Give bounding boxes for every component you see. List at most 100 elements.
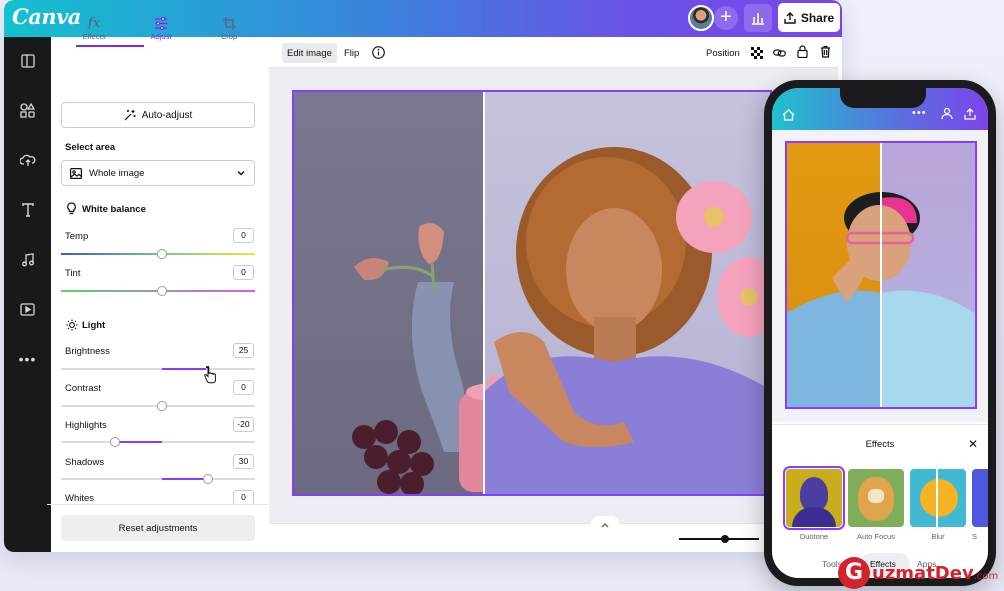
phone-mockup: ••• Effects ✕ Duotone Auto Focus Blur S …	[764, 80, 996, 586]
effect-more[interactable]	[972, 469, 988, 527]
shadows-fill	[162, 478, 208, 480]
avatar[interactable]	[688, 5, 714, 31]
close-icon[interactable]: ✕	[968, 437, 978, 451]
tab-effects[interactable]: fx Effects	[64, 14, 124, 42]
audio-icon[interactable]	[4, 248, 51, 272]
phone-split-divider[interactable]	[880, 143, 882, 407]
shadows-slider[interactable]	[61, 478, 255, 480]
select-area-value: Whole image	[89, 167, 145, 179]
watermark-brand: uzmatDev	[872, 562, 974, 584]
effect-auto-focus[interactable]	[848, 469, 904, 527]
highlights-value[interactable]: -20	[233, 417, 254, 432]
contrast-label: Contrast	[65, 383, 101, 394]
insights-button[interactable]	[744, 4, 772, 32]
highlights-slider-thumb[interactable]	[110, 437, 120, 447]
auto-adjust-button[interactable]: Auto-adjust	[61, 102, 255, 128]
whites-label: Whites	[65, 493, 95, 504]
tab-crop[interactable]: Crop	[199, 14, 259, 41]
zoom-slider-thumb[interactable]	[721, 535, 729, 543]
brightness-value[interactable]: 25	[233, 343, 254, 358]
shadows-slider-thumb[interactable]	[203, 474, 213, 484]
shadows-value[interactable]: 30	[233, 454, 254, 469]
active-tab-indicator	[76, 45, 144, 47]
auto-adjust-label: Auto-adjust	[141, 109, 193, 121]
reset-adjustments-button[interactable]: Reset adjustments	[61, 515, 255, 541]
sliders-icon	[131, 14, 191, 32]
tab-adjust-label: Adjust	[150, 32, 172, 41]
home-icon[interactable]	[782, 108, 795, 126]
tint-slider-thumb[interactable]	[157, 286, 167, 296]
chevron-down-icon	[237, 171, 245, 176]
more-icon[interactable]: •••	[4, 347, 51, 371]
phone-photo-before-after[interactable]	[785, 141, 977, 409]
brightness-slider[interactable]	[61, 368, 255, 370]
effects-sheet: Effects ✕ Duotone Auto Focus Blur S Tool…	[772, 424, 988, 578]
contrast-value[interactable]: 0	[233, 380, 254, 395]
crop-icon	[199, 14, 259, 32]
contrast-slider-thumb[interactable]	[157, 401, 167, 411]
panel-divider	[47, 504, 268, 505]
watermark-g-mark: G	[838, 557, 870, 589]
light-heading: Light	[82, 320, 106, 331]
info-icon[interactable]	[372, 46, 385, 64]
video-icon[interactable]	[4, 297, 51, 321]
bottom-bar	[269, 516, 838, 552]
select-area-label: Select area	[65, 142, 116, 153]
zoom-slider[interactable]	[679, 538, 759, 540]
image-icon	[70, 167, 82, 179]
tint-label: Tint	[65, 268, 81, 279]
collaborate-icon[interactable]	[940, 107, 954, 125]
more-icon[interactable]: •••	[912, 107, 927, 119]
temp-slider-thumb[interactable]	[157, 249, 167, 259]
phone-screen: ••• Effects ✕ Duotone Auto Focus Blur S …	[772, 88, 988, 578]
text-icon[interactable]	[4, 198, 51, 222]
tint-value[interactable]: 0	[233, 265, 254, 280]
image-toolbar: Edit image Flip Position	[269, 37, 838, 68]
lock-icon[interactable]	[797, 45, 808, 63]
phone-top-bar: •••	[772, 88, 988, 130]
fx-icon: fx	[87, 15, 101, 31]
magic-wand-icon	[124, 110, 136, 121]
transparency-icon[interactable]	[751, 46, 763, 64]
effect-blur[interactable]	[910, 469, 966, 527]
expand-pages-button[interactable]	[591, 516, 619, 528]
side-rail: •••	[4, 37, 51, 552]
tab-adjust[interactable]: Adjust	[131, 14, 191, 41]
shadows-label: Shadows	[65, 457, 105, 468]
sun-icon	[66, 318, 78, 336]
portrait-illustration	[352, 147, 770, 494]
effects-title: Effects	[865, 439, 895, 450]
link-icon[interactable]	[773, 46, 786, 64]
upload-icon[interactable]	[4, 148, 51, 172]
effect-auto-focus-label: Auto Focus	[857, 532, 895, 541]
tab-crop-label: Crop	[220, 32, 238, 41]
trash-icon[interactable]	[820, 45, 831, 63]
photo-before-after[interactable]	[292, 90, 772, 496]
pointer-cursor-icon	[203, 365, 217, 389]
elements-icon[interactable]	[4, 98, 51, 122]
layout-icon[interactable]	[4, 49, 51, 73]
upload-icon[interactable]	[964, 107, 976, 125]
share-button[interactable]: Share	[778, 3, 840, 32]
tab-effects-label: Effects	[82, 32, 106, 41]
white-balance-heading: White balance	[82, 204, 146, 215]
flip-button[interactable]: Flip	[339, 43, 364, 63]
effect-duotone[interactable]	[783, 466, 845, 530]
temp-label: Temp	[65, 231, 89, 242]
position-button[interactable]: Position	[701, 43, 745, 63]
highlights-fill	[119, 441, 162, 443]
effect-duotone-label: Duotone	[799, 532, 829, 541]
guzmatdev-watermark-logo: G uzmatDev .com	[838, 556, 998, 590]
temp-value[interactable]: 0	[233, 228, 254, 243]
select-area-dropdown[interactable]: Whole image	[61, 160, 255, 186]
share-label: Share	[800, 10, 835, 25]
add-collaborator-button[interactable]: +	[714, 6, 738, 30]
bar-chart-icon	[752, 13, 764, 25]
bulb-icon	[66, 202, 77, 220]
whites-value[interactable]: 0	[233, 490, 254, 505]
highlights-label: Highlights	[65, 420, 107, 431]
split-divider[interactable]	[483, 92, 485, 494]
edit-image-button[interactable]: Edit image	[282, 43, 337, 63]
watermark-domain: .com	[973, 570, 999, 582]
effect-more-label: S	[972, 532, 978, 541]
